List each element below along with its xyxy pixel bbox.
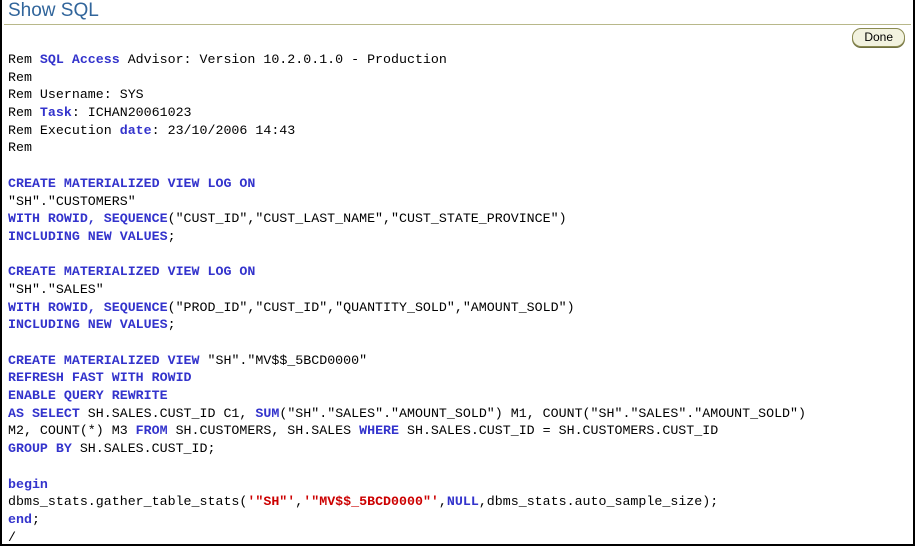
sql-token-plain: ,dbms_stats.auto_sample_size); <box>479 494 718 509</box>
sql-token-plain: dbms_stats.gather_table_stats( <box>8 494 247 509</box>
sql-token-kw: INCLUDING NEW VALUES <box>8 317 168 332</box>
sql-token-plain: ("SH"."SALES"."AMOUNT_SOLD") M1, COUNT("… <box>279 406 806 421</box>
sql-line: "SH"."CUSTOMERS" <box>8 193 913 211</box>
sql-token-kw: AS SELECT <box>8 406 80 421</box>
sql-token-plain: Advisor: Version 10.2.0.1.0 - Production <box>120 52 447 67</box>
sql-token-kw: Task <box>40 105 72 120</box>
sql-line: dbms_stats.gather_table_stats('"SH"','"M… <box>8 493 913 511</box>
sql-token-plain: ("PROD_ID","CUST_ID","QUANTITY_SOLD","AM… <box>168 300 575 315</box>
sql-line: Rem <box>8 69 913 87</box>
sql-token-kw: WHERE <box>359 423 399 438</box>
sql-line: ENABLE QUERY REWRITE <box>8 387 913 405</box>
sql-line: "SH"."SALES" <box>8 281 913 299</box>
sql-token-plain: SH.SALES.CUST_ID C1, <box>80 406 256 421</box>
sql-line <box>8 157 913 175</box>
sql-line: CREATE MATERIALIZED VIEW "SH"."MV$$_5BCD… <box>8 352 913 370</box>
sql-line: Rem Execution date: 23/10/2006 14:43 <box>8 122 913 140</box>
sql-line: WITH ROWID, SEQUENCE("PROD_ID","CUST_ID"… <box>8 299 913 317</box>
action-bar: Done <box>2 25 913 49</box>
sql-line: GROUP BY SH.SALES.CUST_ID; <box>8 440 913 458</box>
sql-token-plain: Rem <box>8 105 40 120</box>
sql-token-plain: , <box>439 494 447 509</box>
sql-token-plain: ; <box>168 317 176 332</box>
sql-line <box>8 334 913 352</box>
sql-line: CREATE MATERIALIZED VIEW LOG ON <box>8 175 913 193</box>
sql-token-kw: NULL <box>447 494 479 509</box>
page-header: Show SQL <box>2 0 913 26</box>
sql-line: CREATE MATERIALIZED VIEW LOG ON <box>8 263 913 281</box>
sql-line: Rem <box>8 139 913 157</box>
sql-token-kw: ENABLE QUERY REWRITE <box>8 388 168 403</box>
sql-token-kw: CREATE MATERIALIZED VIEW LOG ON <box>8 264 255 279</box>
sql-token-kw: REFRESH FAST WITH ROWID <box>8 370 192 385</box>
sql-token-kw: SQL Access <box>40 52 120 67</box>
sql-token-plain: / <box>8 530 16 544</box>
show-sql-page: Show SQL Done Rem SQL Access Advisor: Ve… <box>0 0 915 546</box>
sql-line: M2, COUNT(*) M3 FROM SH.CUSTOMERS, SH.SA… <box>8 422 913 440</box>
sql-token-plain: ("CUST_ID","CUST_LAST_NAME","CUST_STATE_… <box>168 211 567 226</box>
done-button[interactable]: Done <box>852 28 905 47</box>
sql-token-kw: WITH ROWID, SEQUENCE <box>8 211 168 226</box>
sql-token-kw: date <box>120 123 152 138</box>
sql-token-plain: Rem <box>8 70 32 85</box>
sql-token-kw: INCLUDING NEW VALUES <box>8 229 168 244</box>
sql-token-plain: "SH"."CUSTOMERS" <box>8 194 136 209</box>
sql-line: INCLUDING NEW VALUES; <box>8 316 913 334</box>
sql-line: AS SELECT SH.SALES.CUST_ID C1, SUM("SH".… <box>8 405 913 423</box>
sql-line: Rem Task: ICHAN20061023 <box>8 104 913 122</box>
sql-line: REFRESH FAST WITH ROWID <box>8 369 913 387</box>
sql-token-plain: ; <box>168 229 176 244</box>
sql-token-plain: Rem <box>8 52 40 67</box>
page-title: Show SQL <box>8 0 99 22</box>
sql-token-kw: CREATE MATERIALIZED VIEW <box>8 353 208 368</box>
sql-line <box>8 458 913 476</box>
sql-token-kw: FROM <box>136 423 168 438</box>
sql-line: Rem SQL Access Advisor: Version 10.2.0.1… <box>8 51 913 69</box>
sql-line: WITH ROWID, SEQUENCE("CUST_ID","CUST_LAS… <box>8 210 913 228</box>
sql-line: INCLUDING NEW VALUES; <box>8 228 913 246</box>
sql-token-kw: begin <box>8 477 48 492</box>
sql-token-plain: M2, COUNT(*) M3 <box>8 423 136 438</box>
sql-token-plain: Rem Username: SYS <box>8 87 144 102</box>
sql-script-output: Rem SQL Access Advisor: Version 10.2.0.1… <box>2 49 913 544</box>
sql-token-kw: CREATE MATERIALIZED VIEW LOG ON <box>8 176 255 191</box>
sql-line: / <box>8 529 913 544</box>
sql-token-kw: GROUP BY <box>8 441 72 456</box>
sql-token-plain: : ICHAN20061023 <box>72 105 192 120</box>
sql-token-str: '"MV$$_5BCD0000"' <box>303 494 439 509</box>
sql-line: Rem Username: SYS <box>8 86 913 104</box>
sql-token-plain: SH.SALES.CUST_ID; <box>72 441 216 456</box>
sql-token-plain: Rem Execution <box>8 123 120 138</box>
sql-token-plain: ; <box>32 512 40 527</box>
sql-token-plain: SH.CUSTOMERS, SH.SALES <box>168 423 360 438</box>
sql-token-plain: SH.SALES.CUST_ID = SH.CUSTOMERS.CUST_ID <box>399 423 718 438</box>
sql-line <box>8 246 913 264</box>
sql-token-plain: : 23/10/2006 14:43 <box>152 123 296 138</box>
sql-line: begin <box>8 476 913 494</box>
sql-token-plain: "SH"."SALES" <box>8 282 104 297</box>
sql-token-kw: WITH ROWID, SEQUENCE <box>8 300 168 315</box>
sql-token-plain: Rem <box>8 140 32 155</box>
sql-line: end; <box>8 511 913 529</box>
sql-token-kw: end <box>8 512 32 527</box>
sql-token-plain: "SH"."MV$$_5BCD0000" <box>208 353 368 368</box>
sql-token-str: '"SH"' <box>247 494 295 509</box>
sql-token-kw: SUM <box>255 406 279 421</box>
